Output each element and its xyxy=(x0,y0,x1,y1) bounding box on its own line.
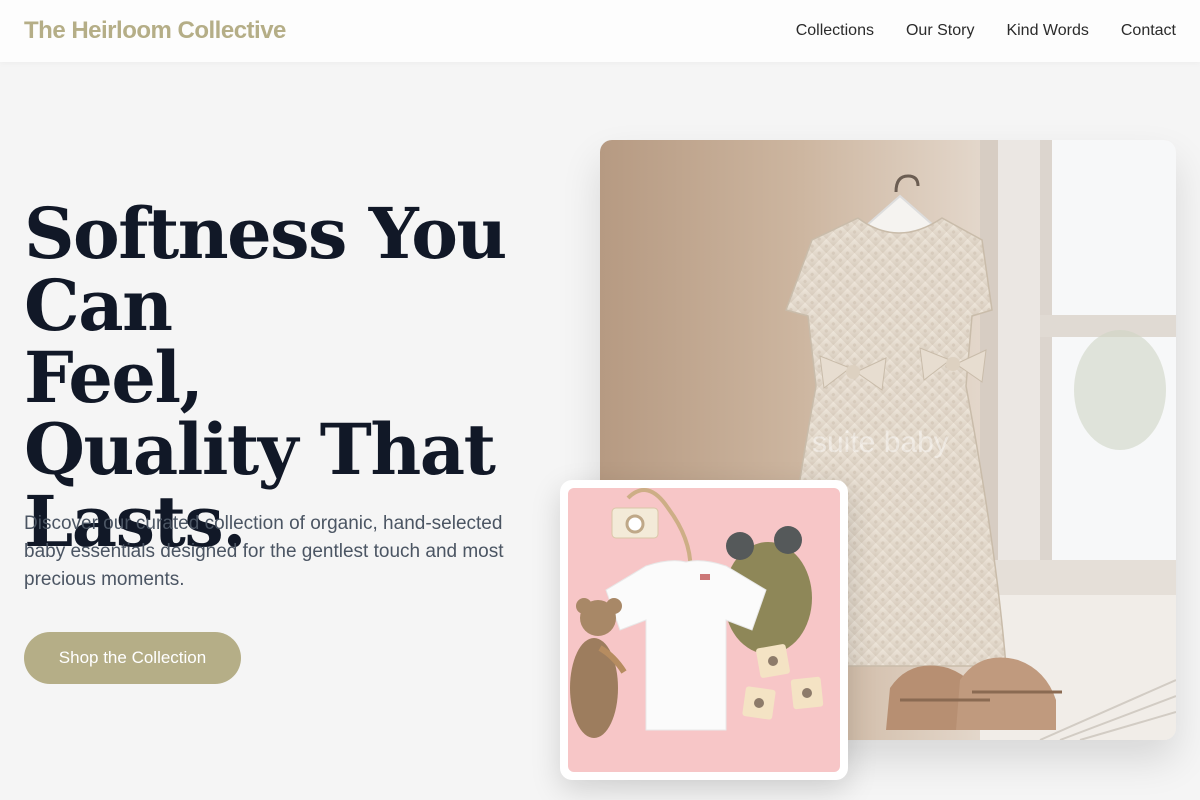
flatlay-photo xyxy=(568,488,840,772)
nav-link-kind-words[interactable]: Kind Words xyxy=(1006,22,1088,40)
photo-watermark: suite baby xyxy=(812,426,949,459)
hero-title-line: Feel, xyxy=(24,336,204,419)
brand-logo[interactable]: The Heirloom Collective xyxy=(24,17,286,45)
nav-links: Collections Our Story Kind Words Contact xyxy=(796,22,1176,40)
nav-link-our-story[interactable]: Our Story xyxy=(906,22,974,40)
flatlay-illustration xyxy=(568,488,840,772)
top-navigation: The Heirloom Collective Collections Our … xyxy=(0,0,1200,62)
nav-link-contact[interactable]: Contact xyxy=(1121,22,1176,40)
hero-title: Softness You Can Feel, Quality That Last… xyxy=(24,198,604,558)
inset-photo-card xyxy=(560,480,848,780)
nav-link-collections[interactable]: Collections xyxy=(796,22,874,40)
shop-collection-button[interactable]: Shop the Collection xyxy=(24,632,241,684)
hero-title-line: Quality That xyxy=(24,408,496,491)
hero-title-line: Softness You Can xyxy=(24,192,507,347)
hero-description: Discover our curated collection of organ… xyxy=(24,513,504,590)
